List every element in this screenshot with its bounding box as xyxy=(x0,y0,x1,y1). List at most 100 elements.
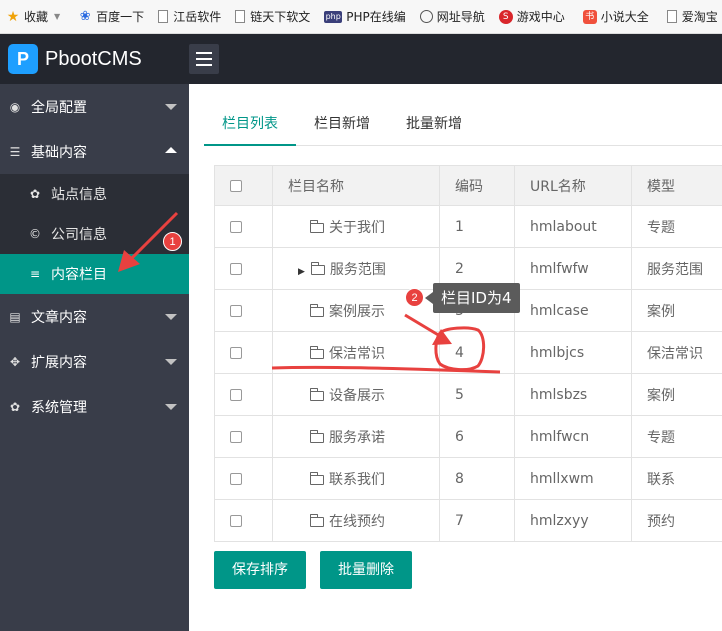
tab-column-list[interactable]: 栏目列表 xyxy=(204,104,296,146)
sidebar-item-article-content[interactable]: ▤ 文章内容 xyxy=(0,294,189,339)
menu-toggle-button[interactable] xyxy=(189,44,219,74)
chevron-down-icon[interactable]: ▼ xyxy=(54,12,60,21)
row-name: 关于我们 xyxy=(329,219,385,236)
annotation-badge-1: 1 xyxy=(163,232,182,251)
sidebar-subitem-label: 内容栏目 xyxy=(51,267,107,283)
sidebar-subitem-content-columns[interactable]: ≡ 内容栏目 xyxy=(0,254,189,294)
sidebar-item-label: 扩展内容 xyxy=(31,354,87,371)
row-checkbox[interactable] xyxy=(230,430,242,443)
row-select-cell xyxy=(214,205,273,248)
chevron-down-icon xyxy=(165,104,177,110)
sidebar-item-basic-content[interactable]: ☰ 基础内容 xyxy=(0,129,189,174)
sidebar-item-label: 基础内容 xyxy=(31,144,87,161)
sidebar-item-global-config[interactable]: ◉ 全局配置 xyxy=(0,84,189,129)
bookmark-liantianxia[interactable]: 链天下软文 xyxy=(229,0,318,33)
row-name-cell: 在线预约 xyxy=(272,499,440,542)
row-name-cell: 服务承诺 xyxy=(272,415,440,458)
annotation-badge-2: 2 xyxy=(405,288,424,307)
bookmark-label: 链天下软文 xyxy=(250,10,311,24)
bookmark-nav[interactable]: 网址导航 xyxy=(414,0,493,33)
row-model: 服务范围 xyxy=(631,247,722,290)
row-model: 案例 xyxy=(631,289,722,332)
chevron-down-icon xyxy=(165,359,177,365)
row-url: hmlcase xyxy=(514,289,632,332)
folder-icon xyxy=(310,261,325,275)
header-url-name: URL名称 xyxy=(514,165,632,206)
sidebar: ◉ 全局配置 ☰ 基础内容 ✿ 站点信息 © 公司信息 ≡ 内容栏目 ▤ 文章内… xyxy=(0,84,189,631)
row-checkbox[interactable] xyxy=(230,262,242,275)
row-select-cell xyxy=(214,373,273,416)
row-checkbox[interactable] xyxy=(230,346,242,359)
bookmark-php[interactable]: php PHP在线编 xyxy=(318,0,414,33)
row-checkbox[interactable] xyxy=(230,220,242,233)
list-icon: ≡ xyxy=(29,267,41,281)
row-checkbox[interactable] xyxy=(230,388,242,401)
sidebar-item-label: 文章内容 xyxy=(31,309,87,326)
sidebar-submenu: ✿ 站点信息 © 公司信息 ≡ 内容栏目 xyxy=(0,174,189,294)
bookmark-aitaobao[interactable]: 爱淘宝 xyxy=(661,0,722,33)
row-url: hmlfwfw xyxy=(514,247,632,290)
sidebar-item-system-management[interactable]: ✿ 系统管理 xyxy=(0,384,189,429)
sidebar-item-extended-content[interactable]: ✥ 扩展内容 xyxy=(0,339,189,384)
row-name: 服务承诺 xyxy=(329,429,385,446)
row-name: 案例展示 xyxy=(329,303,385,320)
bookmark-games[interactable]: S 游戏中心 xyxy=(493,0,573,33)
row-url: hmlbjcs xyxy=(514,331,632,374)
row-model: 预约 xyxy=(631,499,722,542)
main-content: 栏目列表 栏目新增 批量新增 栏目名称 编码 URL名称 模型 关于我们 1 h… xyxy=(189,84,722,631)
hamburger-icon xyxy=(196,52,212,54)
row-checkbox[interactable] xyxy=(230,514,242,527)
gear-icon: ✿ xyxy=(9,399,21,414)
app-logo[interactable]: P PbootCMS xyxy=(8,44,142,74)
table-row: 联系我们 8 hmllxwm 联系 xyxy=(214,457,722,500)
table-row: 在线预约 7 hmlzxyy 预约 xyxy=(214,499,722,542)
tab-column-add[interactable]: 栏目新增 xyxy=(296,104,388,145)
row-code: 5 xyxy=(439,373,515,416)
tab-bar: 栏目列表 栏目新增 批量新增 xyxy=(204,104,722,146)
php-icon: php xyxy=(324,10,343,23)
row-name: 在线预约 xyxy=(329,513,385,530)
select-all-checkbox[interactable] xyxy=(230,179,242,192)
row-name: 服务范围 xyxy=(329,261,386,278)
row-model: 专题 xyxy=(631,415,722,458)
tab-batch-add[interactable]: 批量新增 xyxy=(388,104,480,145)
bookmarks-bar: ★ 收藏 ▼ ❀ 百度一下 江岳软件 链天下软文 php PHP在线编 网址导航… xyxy=(0,0,722,34)
save-sort-button[interactable]: 保存排序 xyxy=(214,551,306,589)
page-icon xyxy=(235,10,246,23)
row-checkbox[interactable] xyxy=(230,304,242,317)
column-table: 栏目名称 编码 URL名称 模型 关于我们 1 hmlabout 专题 ▶ 服务范… xyxy=(214,165,722,542)
row-url: hmlfwcn xyxy=(514,415,632,458)
bookmark-favorites[interactable]: ★ 收藏 ▼ xyxy=(0,0,68,33)
globe-icon: ◉ xyxy=(9,99,21,114)
sidebar-item-label: 系统管理 xyxy=(31,399,87,416)
document-icon: ▤ xyxy=(9,309,21,324)
row-name: 保洁常识 xyxy=(329,345,385,362)
table-row: 关于我们 1 hmlabout 专题 xyxy=(214,205,722,248)
bookmark-label: 江岳软件 xyxy=(173,10,222,24)
row-name: 联系我们 xyxy=(329,471,385,488)
batch-delete-button[interactable]: 批量删除 xyxy=(320,551,412,589)
hamburger-line xyxy=(196,58,212,60)
bookmark-label: 小说大全 xyxy=(600,10,649,24)
top-header: P PbootCMS xyxy=(0,34,722,84)
gear-icon: ✿ xyxy=(29,187,41,201)
bookmark-jiangyue[interactable]: 江岳软件 xyxy=(152,0,229,33)
annotation-tooltip: 栏目ID为4 xyxy=(425,283,520,313)
hamburger-line xyxy=(196,64,212,66)
bookmark-novels[interactable]: 书 小说大全 xyxy=(577,0,657,33)
row-name-cell: 设备展示 xyxy=(272,373,440,416)
folder-open-icon xyxy=(310,219,324,233)
row-model: 专题 xyxy=(631,205,722,248)
novel-icon: 书 xyxy=(582,9,597,24)
row-checkbox[interactable] xyxy=(230,472,242,485)
sidebar-subitem-company-info[interactable]: © 公司信息 xyxy=(0,214,189,254)
table-row: 保洁常识 4 hmlbjcs 保洁常识 xyxy=(214,331,722,374)
chevron-down-icon xyxy=(165,404,177,410)
expand-arrow-icon[interactable]: ▶ xyxy=(298,267,305,277)
bookmark-label: PHP在线编 xyxy=(346,10,406,24)
folder-open-icon xyxy=(310,429,324,443)
row-code: 1 xyxy=(439,205,515,248)
bookmark-baidu[interactable]: ❀ 百度一下 xyxy=(72,0,152,33)
pbootcms-logo-icon: P xyxy=(8,44,38,74)
sidebar-subitem-site-info[interactable]: ✿ 站点信息 xyxy=(0,174,189,214)
